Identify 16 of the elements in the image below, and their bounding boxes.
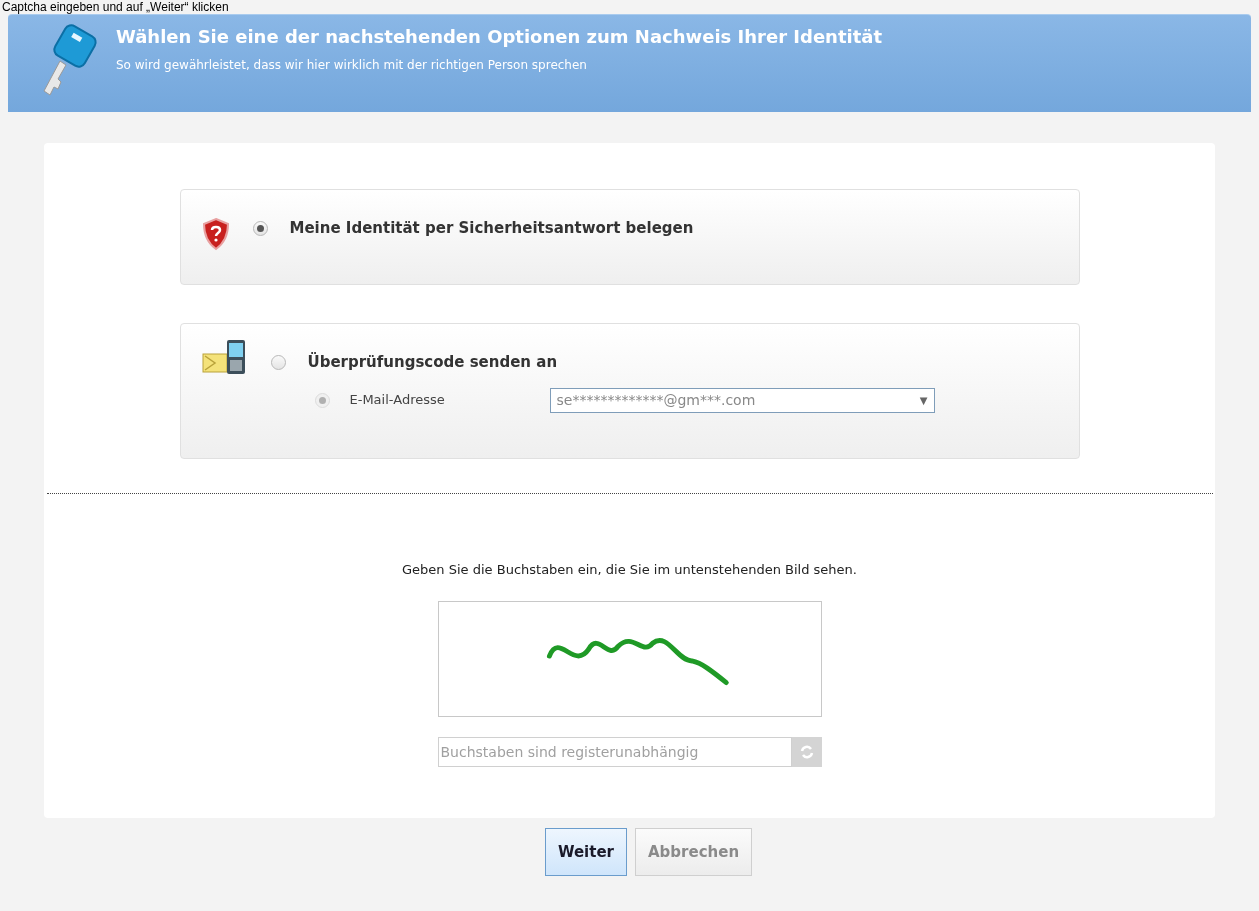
refresh-icon bbox=[798, 743, 815, 760]
header-title: Wählen Sie eine der nachstehenden Optionen zum Nachweis Ihrer Identität bbox=[116, 25, 883, 49]
caption: Captcha eingeben und auf „Weiter“ klicken bbox=[1, 0, 229, 14]
header-subtitle: So wird gewährleistet, dass wir hier wirklich mit der richtigen Person sprechen bbox=[116, 57, 588, 74]
action-button[interactable]: Abbrechen bbox=[635, 828, 753, 876]
dropdown-arrow-icon: ▼ bbox=[919, 392, 928, 408]
shield-question-icon bbox=[200, 217, 231, 251]
captcha-instruction: Geben Sie die Buchstaben ein, die Sie im untenstehenden Bild sehen. bbox=[402, 561, 857, 579]
radio-button[interactable] bbox=[270, 354, 286, 370]
radio-button[interactable] bbox=[252, 220, 268, 236]
captcha-field[interactable]: Buchstaben sind registerunabhängig bbox=[437, 736, 792, 767]
email-label: E-Mail-Adresse bbox=[349, 391, 446, 410]
refresh-button[interactable] bbox=[791, 736, 822, 767]
option-label: Überprüfungscode senden an bbox=[307, 351, 558, 373]
option-label: Meine Identität per Sicherheitsantwort belegen bbox=[289, 218, 694, 239]
action-button[interactable]: Weiter bbox=[544, 828, 627, 876]
